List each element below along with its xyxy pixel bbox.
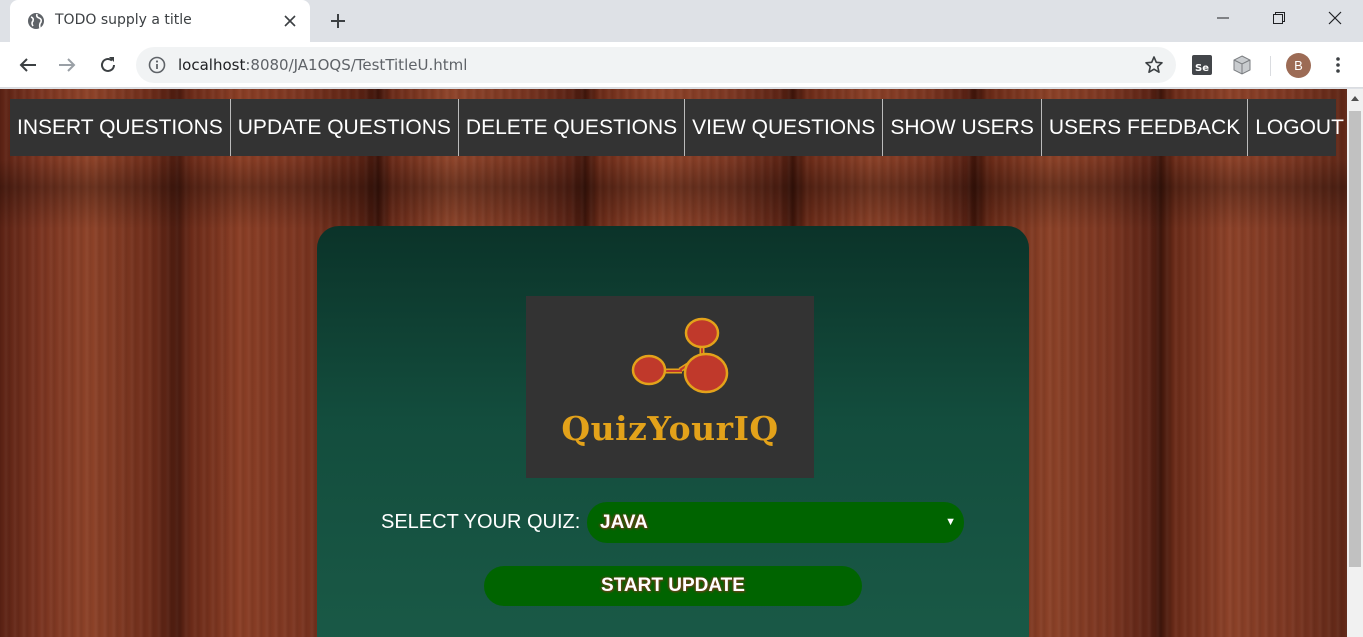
info-icon[interactable]	[148, 56, 166, 74]
page-viewport: INSERT QUESTIONS UPDATE QUESTIONS DELETE…	[0, 89, 1347, 637]
profile-avatar[interactable]: B	[1286, 53, 1311, 78]
back-arrow-icon[interactable]	[14, 51, 42, 79]
nav-users-feedback[interactable]: USERS FEEDBACK	[1042, 99, 1249, 156]
svg-text:Se: Se	[1195, 63, 1209, 74]
minimize-icon[interactable]	[1195, 0, 1251, 36]
restore-icon[interactable]	[1251, 0, 1307, 36]
reload-icon[interactable]	[94, 51, 122, 79]
cube-extension-icon[interactable]	[1230, 53, 1254, 77]
page-scrollbar[interactable]	[1347, 89, 1363, 637]
dropdown-arrow-icon: ▼	[945, 516, 956, 528]
start-update-button[interactable]: START UPDATE	[484, 566, 862, 606]
more-menu-icon[interactable]	[1326, 53, 1350, 77]
browser-toolbar: localhost:8080/JA1OQS/TestTitleU.html Se…	[0, 42, 1363, 88]
logo-wordmark: QuizYourIQ	[561, 409, 779, 448]
molecule-logo-icon	[631, 317, 729, 394]
quiz-dropdown-value: JAVA	[600, 512, 648, 533]
quizyouriq-logo: QuizYourIQ	[526, 296, 814, 478]
globe-icon	[27, 12, 45, 30]
admin-nav-bar: INSERT QUESTIONS UPDATE QUESTIONS DELETE…	[10, 99, 1344, 156]
tab-strip: TODO supply a title	[0, 0, 1363, 42]
toolbar-divider	[1270, 56, 1271, 76]
nav-update-questions[interactable]: UPDATE QUESTIONS	[231, 99, 459, 156]
tab-title: TODO supply a title	[55, 12, 192, 28]
bookmark-star-icon[interactable]	[1144, 55, 1164, 75]
selenium-extension-icon[interactable]: Se	[1190, 53, 1214, 77]
nav-show-users[interactable]: SHOW USERS	[883, 99, 1042, 156]
window-close-icon[interactable]	[1307, 0, 1363, 36]
new-tab-icon[interactable]	[326, 9, 350, 33]
forward-arrow-icon[interactable]	[53, 51, 81, 79]
quiz-select-card: QuizYourIQ SELECT YOUR QUIZ: JAVA ▼ STAR…	[317, 226, 1029, 637]
scrollbar-thumb[interactable]	[1349, 111, 1361, 567]
select-quiz-label: SELECT YOUR QUIZ:	[381, 511, 581, 533]
address-bar[interactable]: localhost:8080/JA1OQS/TestTitleU.html	[136, 47, 1176, 83]
nav-delete-questions[interactable]: DELETE QUESTIONS	[459, 99, 686, 156]
nav-insert-questions[interactable]: INSERT QUESTIONS	[10, 99, 231, 156]
close-tab-icon[interactable]	[280, 11, 300, 31]
scroll-up-arrow-icon[interactable]	[1347, 89, 1363, 106]
url-host: localhost	[178, 56, 246, 74]
url-path: :8080/JA1OQS/TestTitleU.html	[245, 56, 468, 74]
quiz-dropdown[interactable]: JAVA ▼	[587, 502, 964, 543]
nav-logout[interactable]: LOGOUT	[1248, 99, 1347, 156]
url-text[interactable]: localhost:8080/JA1OQS/TestTitleU.html	[178, 56, 467, 74]
browser-tab[interactable]: TODO supply a title	[10, 0, 310, 42]
nav-view-questions[interactable]: VIEW QUESTIONS	[685, 99, 884, 156]
